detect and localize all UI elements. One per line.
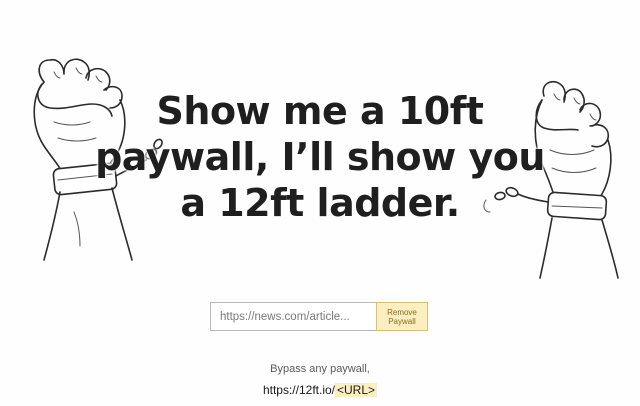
url-input[interactable] [210,302,376,331]
headline-line-1: Show me a 10ft [156,89,484,133]
usage-url-tag: <URL> [335,383,378,397]
page-headline: Show me a 10ft paywall, I’ll show you a … [80,88,560,226]
page: Show me a 10ft paywall, I’ll show you a … [0,0,640,406]
remove-paywall-label-2: Paywall [388,316,416,326]
headline-line-3: a 12ft ladder. [180,181,460,225]
remove-paywall-label-1: Remove [387,307,417,317]
remove-paywall-button[interactable]: Remove Paywall [376,302,428,331]
headline-line-2: paywall, I’ll show you [95,135,545,179]
usage-prefix: https://12ft.io/ [262,383,335,397]
paywall-form: Remove Paywall [210,302,428,331]
usage-hint: https://12ft.io/<URL> [0,383,640,397]
tagline: Bypass any paywall, [270,363,370,375]
